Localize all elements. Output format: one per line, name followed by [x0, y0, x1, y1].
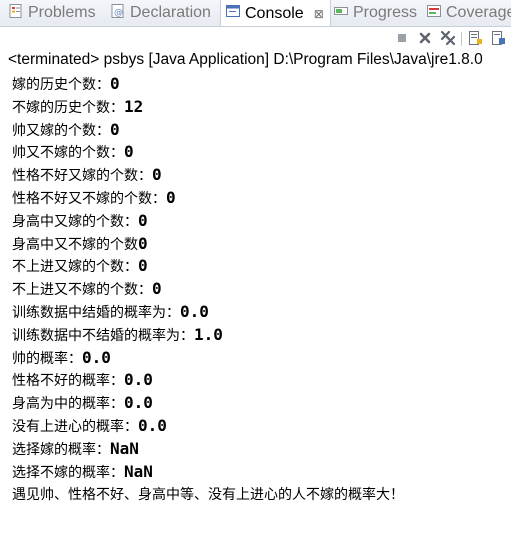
console-line-value: 0 — [152, 279, 162, 299]
console-line-value: 0 — [124, 142, 134, 162]
console-line-value: 0.0 — [138, 415, 167, 435]
console-line-value: 0 — [138, 256, 148, 276]
tab-problems[interactable]: Problems — [8, 0, 96, 26]
console-line: 性格不好又不嫁的个数：0 — [12, 187, 511, 210]
console-line-label: 身高中又嫁的个数： — [12, 213, 138, 230]
console-line: 性格不好的概率：0.0 — [12, 369, 511, 392]
console-line: 训练数据中不结婚的概率为：1.0 — [12, 324, 511, 347]
console-line-value: 0.0 — [124, 370, 153, 390]
scroll-lock-icon[interactable] — [466, 29, 484, 47]
console-line-label: 选择嫁的概率： — [12, 441, 110, 458]
console-line-label: 不上进又不嫁的个数： — [12, 282, 152, 299]
console-line-label: 性格不好的概率： — [12, 373, 124, 390]
console-line: 不上进又嫁的个数：0 — [12, 255, 511, 278]
console-line: 不嫁的历史个数：12 — [12, 96, 511, 119]
console-line-label: 选择不嫁的概率： — [12, 464, 124, 481]
console-line: 身高中又嫁的个数：0 — [12, 210, 511, 233]
stop-icon[interactable] — [393, 29, 411, 47]
view-tab-bar: Problems @ Declaration Console ⊠ Progres… — [0, 0, 511, 27]
tab-console-label: Console — [245, 4, 304, 22]
console-line: 身高为中的概率：0.0 — [12, 392, 511, 415]
console-line: 没有上进心的概率：0.0 — [12, 415, 511, 438]
remove-launch-icon[interactable] — [416, 29, 434, 47]
console-line: 不上进又不嫁的个数：0 — [12, 278, 511, 301]
console-line-value: 0.0 — [180, 301, 209, 321]
console-line-label: 性格不好又不嫁的个数： — [12, 190, 166, 207]
console-line-value: 0 — [110, 74, 120, 93]
console-line-value: 0.0 — [124, 393, 153, 413]
console-line-label: 帅又不嫁的个数： — [12, 145, 124, 162]
console-line: 帅的概率：0.0 — [12, 347, 511, 370]
remove-all-terminated-icon[interactable] — [439, 29, 457, 47]
console-line-value: 0.0 — [82, 347, 111, 367]
tab-coverage[interactable]: Coverage — [426, 0, 511, 26]
console-line-value: NaN — [124, 461, 153, 481]
console-line-label: 嫁的历史个数： — [12, 77, 110, 93]
console-line-label: 帅的概率： — [12, 350, 82, 367]
console-line: 身高中又不嫁的个数0 — [12, 233, 511, 256]
pin-console-icon[interactable] — [489, 29, 507, 47]
console-line: 帅又嫁的个数：0 — [12, 119, 511, 142]
console-line-label: 性格不好又嫁的个数： — [12, 168, 152, 185]
tab-declaration-label: Declaration — [130, 4, 211, 21]
tab-progress-label: Progress — [353, 4, 418, 21]
problems-icon — [8, 3, 24, 24]
console-line-label: 不嫁的历史个数： — [12, 99, 124, 116]
progress-icon — [333, 3, 349, 24]
console-line-label: 身高中又不嫁的个数 — [12, 236, 138, 253]
console-line-label: 训练数据中结婚的概率为： — [12, 304, 180, 321]
console-line-value: 0 — [110, 119, 120, 139]
console-line: 性格不好又嫁的个数：0 — [12, 164, 511, 187]
svg-text:@: @ — [114, 8, 123, 18]
console-line-value: 0 — [152, 165, 162, 185]
console-line-label: 遇见帅、性格不好、身高中等、没有上进心的人不嫁的概率大！ — [12, 487, 404, 504]
tab-console[interactable]: Console ⊠ — [220, 0, 331, 26]
console-line-label: 不上进又嫁的个数： — [12, 259, 138, 276]
console-line-label: 帅又嫁的个数： — [12, 122, 110, 139]
console-line-label: 训练数据中不结婚的概率为： — [12, 327, 194, 344]
console-line: 帅又不嫁的个数：0 — [12, 141, 511, 164]
console-line: 遇见帅、性格不好、身高中等、没有上进心的人不嫁的概率大！ — [12, 483, 511, 506]
console-icon — [225, 3, 241, 24]
console-line: 选择不嫁的概率：NaN — [12, 461, 511, 484]
tab-problems-label: Problems — [28, 4, 96, 21]
console-line-label: 没有上进心的概率： — [12, 418, 138, 435]
console-line-value: 0 — [166, 187, 176, 207]
console-line-value: 0 — [138, 210, 148, 230]
coverage-icon — [426, 3, 442, 24]
console-header: <terminated> psbys [Java Application] D:… — [8, 51, 483, 68]
close-icon[interactable]: ⊠ — [314, 7, 324, 21]
console-line-value: 0 — [138, 233, 148, 253]
console-output: 嫁的历史个数：0 不嫁的历史个数：12 帅又嫁的个数：0 帅又不嫁的个数：0 性… — [12, 73, 511, 506]
tab-progress[interactable]: Progress — [333, 0, 417, 26]
console-line-value: 1.0 — [194, 324, 223, 344]
console-line: 选择嫁的概率：NaN — [12, 438, 511, 461]
console-line-value: NaN — [110, 438, 139, 458]
tab-coverage-label: Coverage — [446, 4, 511, 21]
console-line: 训练数据中结婚的概率为：0.0 — [12, 301, 511, 324]
declaration-icon: @ — [110, 3, 126, 24]
console-line-value: 12 — [124, 96, 144, 116]
console-line-label: 身高为中的概率： — [12, 396, 124, 413]
console-line: 嫁的历史个数：0 — [12, 73, 511, 96]
tab-declaration[interactable]: @ Declaration — [110, 0, 211, 26]
